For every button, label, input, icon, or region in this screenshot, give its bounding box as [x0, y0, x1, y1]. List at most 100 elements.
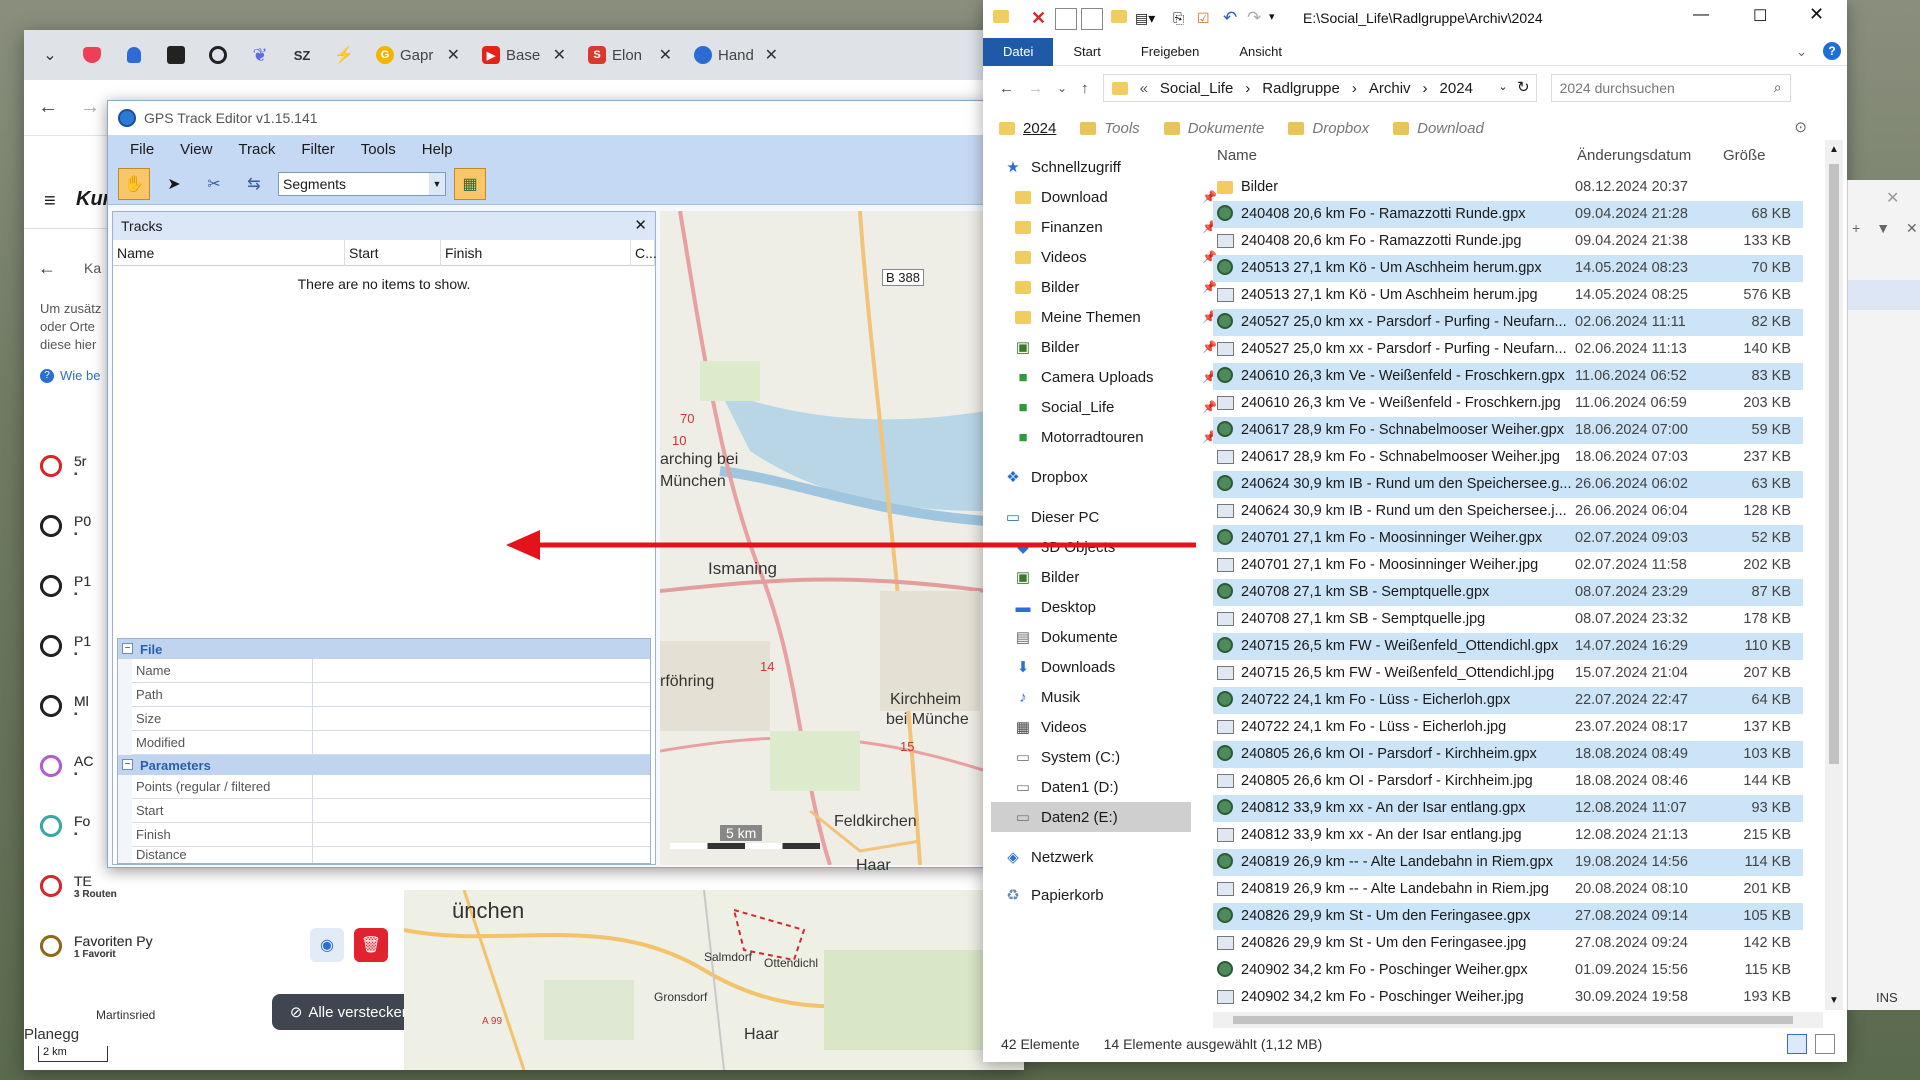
- file-row[interactable]: 240408 20,6 km Fo - Ramazzotti Runde.gpx…: [1213, 201, 1803, 228]
- map-layer-button[interactable]: ▦: [454, 167, 486, 200]
- route-list-item[interactable]: Favoriten Py1 Favorit ◉ 🗑: [40, 918, 440, 974]
- nav-item[interactable]: Meine Themen 📌: [1015, 302, 1225, 332]
- nav-item[interactable]: ♪ Musik: [1015, 682, 1225, 712]
- nav-item[interactable]: Finanzen 📌: [1015, 212, 1225, 242]
- file-row[interactable]: 240819 26,9 km -- - Alte Landebahn in Ri…: [1213, 849, 1803, 876]
- file-row[interactable]: 240826 29,9 km St - Um den Feringasee.gp…: [1213, 903, 1803, 930]
- close-icon[interactable]: ✕: [659, 45, 672, 65]
- file-row[interactable]: 240826 29,9 km St - Um den Feringasee.jp…: [1213, 930, 1803, 957]
- nav-item[interactable]: ⬇ Downloads: [1015, 652, 1225, 682]
- prop-row[interactable]: Finish: [132, 823, 650, 847]
- hand-tool-button[interactable]: ✋: [118, 167, 150, 200]
- chevron-down-icon[interactable]: ⌄: [1796, 44, 1807, 60]
- file-row[interactable]: 240902 34,2 km Fo - Poschinger Weiher.gp…: [1213, 957, 1803, 984]
- chevron-down-icon[interactable]: ▼: [1829, 995, 1839, 1006]
- file-row[interactable]: 240805 26,6 km OI - Parsdorf - Kirchheim…: [1213, 768, 1803, 795]
- nav-item[interactable]: ◈ Netzwerk: [1005, 842, 1215, 872]
- route-ring-icon[interactable]: [40, 755, 62, 777]
- close-icon[interactable]: ✕: [634, 216, 647, 234]
- file-row[interactable]: 240722 24,1 km Fo - Lüss - Eicherloh.jpg…: [1213, 714, 1803, 741]
- filter-icon[interactable]: ▼: [1876, 220, 1890, 237]
- menu-icon[interactable]: ≡: [44, 190, 56, 213]
- quick-item[interactable]: Tools: [1080, 120, 1140, 137]
- cut-tool-button[interactable]: ✂: [198, 168, 230, 200]
- column-finish[interactable]: Finish: [441, 240, 631, 266]
- chevron-down-icon[interactable]: ▾: [1269, 10, 1275, 23]
- back-arrow-icon[interactable]: ←: [38, 96, 58, 119]
- quick-item[interactable]: Dropbox: [1288, 120, 1369, 137]
- quick-item[interactable]: Download: [1393, 120, 1484, 137]
- menu-filter[interactable]: Filter: [301, 141, 334, 158]
- file-row[interactable]: 240617 28,9 km Fo - Schnabelmooser Weihe…: [1213, 417, 1803, 444]
- file-row[interactable]: Bilder 08.12.2024 20:37: [1213, 174, 1803, 201]
- column-date[interactable]: Änderungsdatum: [1577, 140, 1691, 170]
- join-tool-button[interactable]: ⇆: [238, 168, 270, 200]
- breadcrumb-item[interactable]: Radlgruppe: [1262, 80, 1340, 97]
- prop-row[interactable]: Modified: [132, 731, 650, 755]
- selected-row[interactable]: [1848, 280, 1920, 310]
- prop-row[interactable]: Points (regular / filtered: [132, 775, 650, 799]
- file-row[interactable]: 240812 33,9 km xx - An der Isar entlang.…: [1213, 795, 1803, 822]
- sz-icon[interactable]: SZ: [284, 38, 320, 72]
- menu-file[interactable]: File: [130, 141, 154, 158]
- nav-item[interactable]: ▭ System (C:): [1015, 742, 1225, 772]
- file-row[interactable]: 240701 27,1 km Fo - Moosinninger Weiher.…: [1213, 525, 1803, 552]
- prop-row[interactable]: Path: [132, 683, 650, 707]
- close-icon[interactable]: ✕: [1886, 188, 1899, 208]
- details-view-icon[interactable]: [1787, 1034, 1807, 1054]
- column-size[interactable]: Größe: [1723, 140, 1766, 170]
- check-icon[interactable]: ☑: [1197, 10, 1210, 27]
- file-row[interactable]: 240527 25,0 km xx - Parsdorf - Purfing -…: [1213, 336, 1803, 363]
- view-icon[interactable]: ▤▾: [1135, 10, 1155, 27]
- ribbon-tab-start[interactable]: Start: [1053, 38, 1120, 66]
- prop-row[interactable]: Distance: [132, 847, 650, 863]
- address-bar[interactable]: « Social_Life › Radlgruppe › Archiv › 2024 …: [1102, 74, 1537, 102]
- new-folder-icon[interactable]: [1111, 10, 1127, 23]
- menu-view[interactable]: View: [180, 141, 212, 158]
- pocket-icon[interactable]: [74, 38, 110, 72]
- nav-item[interactable]: ▬ Desktop: [1015, 592, 1225, 622]
- help-icon[interactable]: ?: [1823, 42, 1841, 60]
- file-row[interactable]: 240819 26,9 km -- - Alte Landebahn in Ri…: [1213, 876, 1803, 903]
- browser-tab[interactable]: S Elon ✕: [580, 38, 680, 72]
- nav-item[interactable]: ♻ Papierkorb: [1005, 880, 1215, 910]
- file-row[interactable]: 240408 20,6 km Fo - Ramazzotti Runde.jpg…: [1213, 228, 1803, 255]
- column-name[interactable]: Name: [113, 240, 345, 266]
- breadcrumb-item[interactable]: Archiv: [1369, 80, 1411, 97]
- column-more[interactable]: C...: [631, 240, 657, 266]
- collapse-icon[interactable]: −: [122, 759, 133, 770]
- file-row[interactable]: 240708 27,1 km SB - Semptquelle.jpg 08.07…: [1213, 606, 1803, 633]
- profile-icon[interactable]: [116, 38, 152, 72]
- file-row[interactable]: 240513 27,1 km Kö - Um Aschheim herum.gp…: [1213, 255, 1803, 282]
- file-row[interactable]: 240617 28,9 km Fo - Schnabelmooser Weihe…: [1213, 444, 1803, 471]
- nav-item[interactable]: ▣ Bilder 📌: [1015, 332, 1225, 362]
- prop-row[interactable]: Name: [132, 659, 650, 683]
- collapse-icon[interactable]: −: [122, 643, 133, 654]
- prop-row[interactable]: Start: [132, 799, 650, 823]
- scroll-thumb[interactable]: [1233, 1016, 1793, 1024]
- nav-item[interactable]: ★ Schnellzugriff: [1005, 152, 1215, 182]
- route-ring-icon[interactable]: [40, 935, 62, 957]
- route-ring-icon[interactable]: [40, 455, 62, 477]
- tiles-view-icon[interactable]: [1815, 1034, 1835, 1054]
- file-row[interactable]: 240513 27,1 km Kö - Um Aschheim herum.jp…: [1213, 282, 1803, 309]
- redo-icon[interactable]: ↷: [1247, 8, 1261, 28]
- file-row[interactable]: 240701 27,1 km Fo - Moosinninger Weiher.…: [1213, 552, 1803, 579]
- ribbon-tab-file[interactable]: Datei: [983, 37, 1054, 66]
- trash-icon[interactable]: 🗑: [354, 928, 388, 962]
- bluesky-icon[interactable]: ❦: [242, 38, 278, 72]
- file-row[interactable]: 240610 26,3 km Ve - Weißenfeld - Froschk…: [1213, 363, 1803, 390]
- breadcrumb-item[interactable]: 2024: [1440, 80, 1473, 97]
- close-icon[interactable]: ✕: [765, 45, 778, 65]
- nav-back-circle-icon[interactable]: ⊙: [1794, 118, 1807, 136]
- plus-icon[interactable]: +: [1852, 220, 1860, 237]
- file-row[interactable]: 240812 33,9 km xx - An der Isar entlang.…: [1213, 822, 1803, 849]
- tab-list-button[interactable]: ⌄: [32, 38, 68, 72]
- browser-tab[interactable]: G Gapr ✕: [368, 38, 468, 72]
- column-name[interactable]: Name: [1217, 140, 1257, 170]
- bolt-icon[interactable]: ⚡: [326, 38, 362, 72]
- chevron-down-icon[interactable]: ⌄: [1057, 81, 1067, 95]
- group-file[interactable]: − File: [118, 639, 650, 659]
- nav-item[interactable]: ▭ Daten1 (D:): [1015, 772, 1225, 802]
- nav-item[interactable]: ▤ Dokumente: [1015, 622, 1225, 652]
